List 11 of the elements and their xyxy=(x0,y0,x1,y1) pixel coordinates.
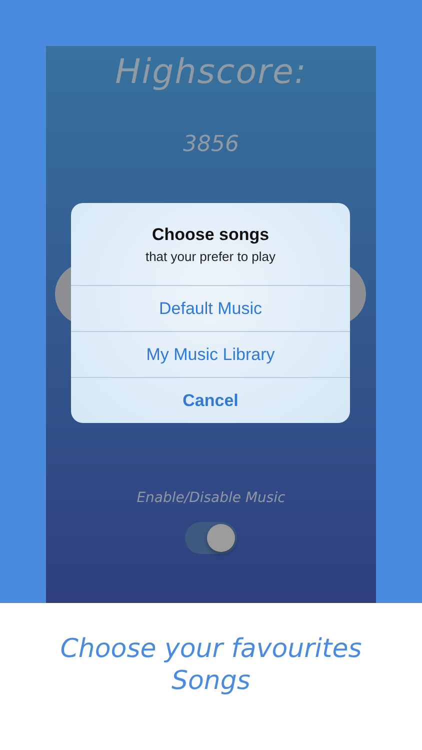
highscore-title: Highscore: xyxy=(115,52,307,92)
highscore-value: 3856 xyxy=(183,132,239,157)
cancel-button[interactable]: Cancel xyxy=(71,377,350,423)
dialog-title: Choose songs xyxy=(152,225,270,245)
music-toggle[interactable] xyxy=(185,522,237,554)
music-label: Enable/Disable Music xyxy=(136,490,286,506)
caption-line: Songs xyxy=(172,665,250,697)
caption-line: Choose your favourites xyxy=(60,633,362,665)
dialog-action[interactable]: My Music Library xyxy=(71,331,350,377)
dialog-message: that your prefer to play xyxy=(145,249,276,264)
dialog-action[interactable]: Default Music xyxy=(71,285,350,331)
